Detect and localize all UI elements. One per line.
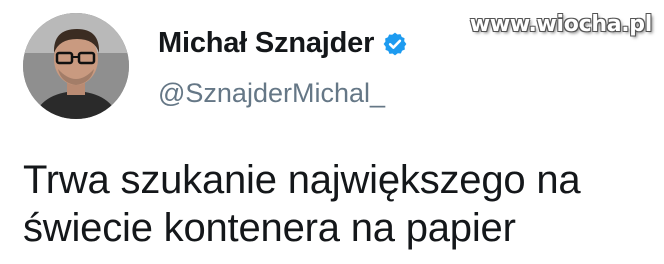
author-display-name[interactable]: Michał Sznajder	[158, 27, 374, 60]
tweet-text-line: Trwa szukanie największego na	[23, 158, 581, 202]
verified-badge-icon	[382, 31, 408, 57]
tweet-text: Trwa szukanie największego na świecie ko…	[23, 156, 643, 252]
tweet-text-line: świecie kontenera na papier	[23, 206, 516, 250]
watermark: www.wiocha.pl	[469, 12, 653, 37]
person-avatar-icon	[23, 13, 129, 119]
author-handle[interactable]: @SznajderMichal_	[158, 78, 385, 109]
tweet-card: Michał Sznajder @SznajderMichal_ Trwa sz…	[0, 0, 664, 264]
author-name-row[interactable]: Michał Sznajder	[158, 27, 408, 60]
avatar[interactable]	[23, 13, 129, 119]
